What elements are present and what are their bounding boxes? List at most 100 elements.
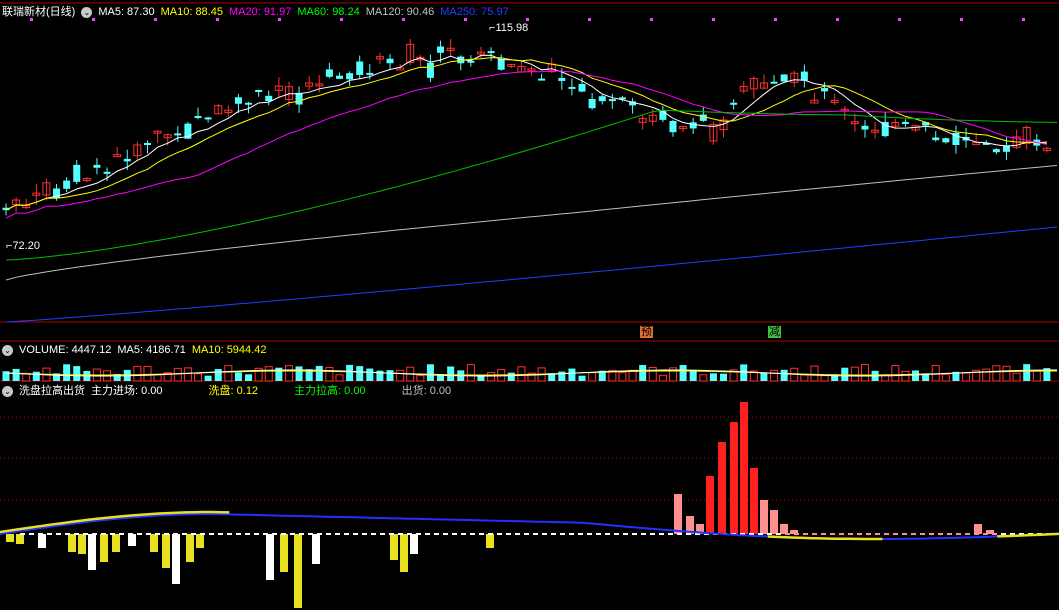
candle-body <box>538 78 546 81</box>
indicator-bar-positive <box>750 468 758 534</box>
indicator-bar-negative <box>390 534 398 560</box>
indicator-baseline-tick <box>686 533 691 535</box>
volume-bar <box>1032 369 1041 382</box>
volume-bar <box>639 365 647 381</box>
indicator-baseline-tick <box>299 533 304 535</box>
indicator-bar-negative <box>112 534 120 552</box>
candle-body <box>689 122 697 129</box>
volume-bar <box>800 374 809 382</box>
ma250-label: MA250: 75.97 <box>440 6 509 18</box>
indicator-baseline-tick <box>479 533 484 535</box>
chevron-down-icon[interactable]: ⌄ <box>2 344 13 356</box>
indicator-baseline-tick <box>578 533 583 535</box>
candle-body <box>861 125 869 130</box>
indicator-baseline-tick <box>29 533 34 535</box>
volume-bar <box>487 372 496 382</box>
volume-bar <box>709 373 717 381</box>
candle-body <box>942 138 950 143</box>
indicator-baseline-tick <box>803 533 808 535</box>
signal-badge-jian[interactable]: 减 <box>768 326 781 338</box>
candle-body <box>295 92 303 105</box>
indicator-baseline-tick <box>992 533 997 535</box>
indicator-header: ⌄ 洗盘拉高出货 主力进场: 0.00 洗盘: 0.12 主力拉高: 0.00 … <box>0 383 451 399</box>
indicator-baseline-tick <box>614 533 619 535</box>
ma120-label: MA120: 90.46 <box>365 6 435 18</box>
top-marker <box>836 18 839 21</box>
indicator-baseline-tick <box>362 533 367 535</box>
candle-body <box>234 97 242 104</box>
indicator-baseline-tick <box>875 533 880 535</box>
volume-bar <box>386 370 394 381</box>
signal-badge-yu[interactable]: 预 <box>640 326 653 338</box>
indicator-bar-negative <box>410 534 418 554</box>
volume-bar <box>133 365 142 382</box>
indicator-baseline-tick <box>65 533 70 535</box>
volume-bar <box>962 372 971 382</box>
volume-bar <box>295 366 303 381</box>
indicator-bar-positive <box>780 524 788 534</box>
indicator-baseline-tick <box>20 533 25 535</box>
indicator-baseline-tick <box>506 533 511 535</box>
indicator-baseline-tick <box>110 533 115 535</box>
indicator-baseline-tick <box>974 533 979 535</box>
ma5-label: MA5: 87.30 <box>98 6 155 18</box>
candle-body <box>386 58 394 64</box>
ma5-line <box>5 54 1047 211</box>
volume-bar <box>366 368 374 381</box>
volume-bar <box>780 369 788 381</box>
indicator-wash: 洗盘: 0.12 <box>208 385 259 397</box>
indicator-yellow-line <box>767 535 883 541</box>
volume-label: VOLUME: 4447.12 <box>19 344 112 356</box>
indicator-bar-negative <box>294 534 302 608</box>
volume-bar <box>770 369 779 382</box>
indicator-baseline-tick <box>884 533 889 535</box>
indicator-baseline-tick <box>245 533 250 535</box>
indicator-baseline-tick <box>668 533 673 535</box>
indicator-baseline-tick <box>317 533 322 535</box>
stock-chart-canvas[interactable] <box>0 0 1059 610</box>
indicator-bar-positive <box>974 524 982 534</box>
volume-bar <box>194 373 203 382</box>
ma10-label: MA10: 88.45 <box>160 6 223 18</box>
indicator-baseline-tick <box>173 533 178 535</box>
volume-bar <box>63 364 71 381</box>
indicator-baseline-tick <box>569 533 574 535</box>
volume-bar <box>720 373 728 381</box>
indicator-bar-positive <box>674 494 682 534</box>
indicator-main-entry: 主力进场: 0.00 <box>91 385 163 397</box>
indicator-baseline-tick <box>551 533 556 535</box>
indicator-bar-negative <box>312 534 320 564</box>
indicator-baseline-tick <box>461 533 466 535</box>
indicator-baseline-tick <box>785 533 790 535</box>
indicator-baseline-tick <box>146 533 151 535</box>
indicator-bar-negative <box>280 534 288 572</box>
indicator-bar-positive <box>706 476 714 534</box>
indicator-baseline-tick <box>443 533 448 535</box>
chevron-down-icon[interactable]: ⌄ <box>81 6 93 18</box>
candle-body <box>63 180 71 189</box>
volume-bar <box>183 367 192 382</box>
volume-bar <box>850 366 859 382</box>
indicator-baseline-tick <box>281 533 286 535</box>
candle-body <box>255 89 263 92</box>
indicator-bar-positive <box>770 510 778 534</box>
indicator-baseline-tick <box>236 533 241 535</box>
indicator-baseline-tick <box>641 533 646 535</box>
candle-body <box>992 149 1000 153</box>
volume-bar <box>466 364 475 382</box>
indicator-baseline-tick <box>119 533 124 535</box>
volume-bar <box>568 368 576 381</box>
candle-body <box>800 71 808 81</box>
low-price-label: ⌐72.20 <box>6 240 40 252</box>
volume-bar <box>1023 364 1031 381</box>
volume-bar <box>982 368 991 382</box>
main-header: 联瑞新材(日线) ⌄ MA5: 87.30 MA10: 88.45 MA20: … <box>0 4 509 20</box>
indicator-baseline-tick <box>470 533 475 535</box>
candle-body <box>598 96 606 102</box>
indicator-baseline-tick <box>902 533 907 535</box>
indicator-baseline-tick <box>794 533 799 535</box>
volume-bar <box>346 364 354 381</box>
ma10-line <box>5 57 1047 211</box>
stock-title[interactable]: 联瑞新材(日线) <box>2 4 75 20</box>
chevron-down-icon[interactable]: ⌄ <box>2 385 13 397</box>
